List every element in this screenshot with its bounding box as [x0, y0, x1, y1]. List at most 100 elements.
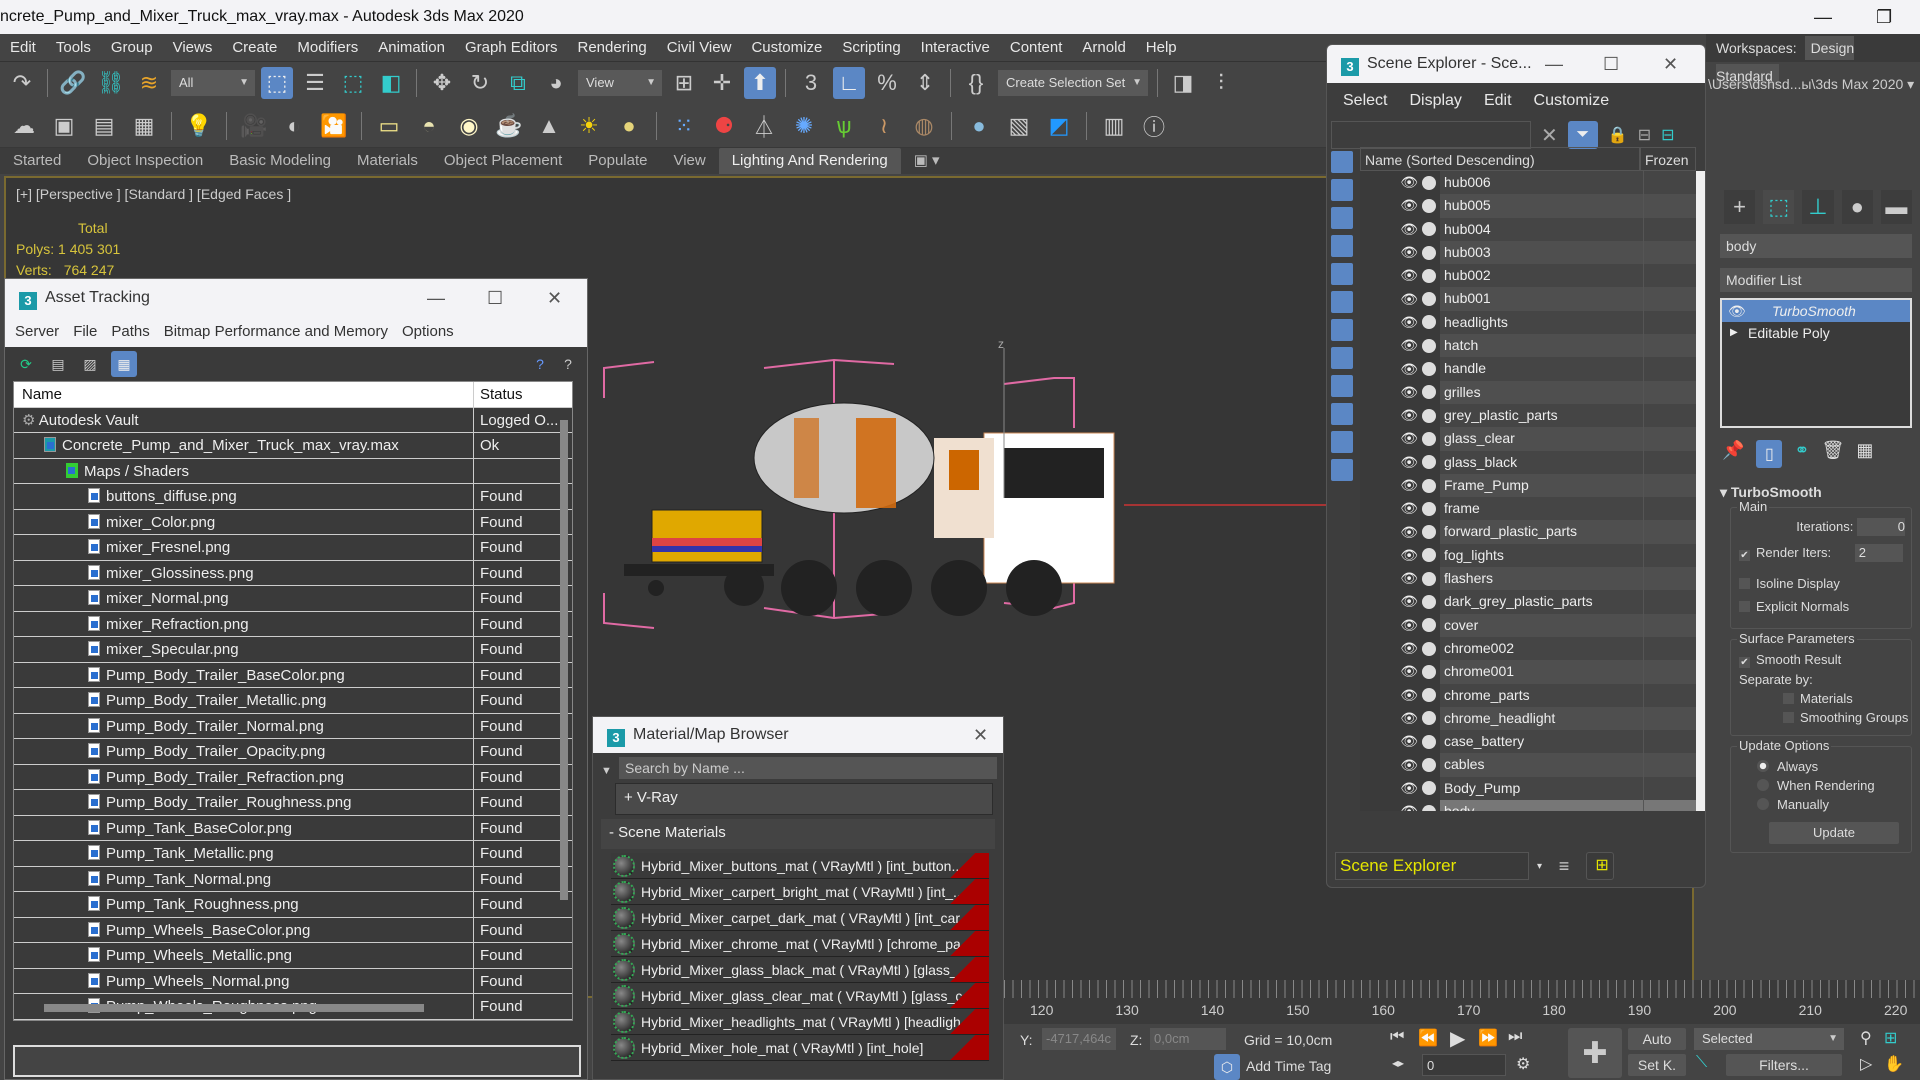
render-toggle-icon[interactable]	[1422, 758, 1436, 773]
explorer-selector[interactable]: Scene Explorer	[1335, 852, 1529, 880]
scene-object-row[interactable]: 👁 chrome_headlight	[1360, 706, 1705, 731]
lock-icon[interactable]: 🔒	[1608, 125, 1628, 145]
visibility-eye-icon[interactable]: 👁	[1400, 640, 1418, 657]
menu-file[interactable]: File	[73, 323, 97, 340]
scene-object-row[interactable]: 👁 fog_lights	[1360, 543, 1705, 568]
vray-fur-icon[interactable]: ⚈	[708, 110, 740, 142]
smooth-result-checkbox[interactable]: ✔	[1739, 657, 1750, 668]
expand-icon[interactable]: ▶	[1730, 322, 1738, 344]
table-row[interactable]: Pump_Tank_Roughness.png Found	[14, 892, 572, 918]
frozen-cell[interactable]	[1644, 800, 1696, 811]
modifier-list-dropdown[interactable]: Modifier List	[1720, 268, 1912, 292]
scene-object-row[interactable]: 👁 grilles	[1360, 380, 1705, 404]
visibility-eye-icon[interactable]: 👁	[1400, 687, 1418, 704]
display-spacewarps-icon[interactable]	[1331, 291, 1353, 313]
menu-group[interactable]: Group	[101, 34, 163, 62]
visibility-eye-icon[interactable]: 👁	[1400, 570, 1418, 587]
material-item[interactable]: Hybrid_Mixer_carpet_dark_mat ( VRayMtl )…	[611, 905, 989, 931]
maximize-button[interactable]: ☐	[1603, 45, 1619, 83]
create-tab-icon[interactable]: +	[1724, 190, 1756, 224]
ornatrix-icon[interactable]: ◍	[908, 110, 940, 142]
render-toggle-icon[interactable]	[1422, 431, 1436, 446]
layers-icon[interactable]: ≡	[1550, 852, 1578, 880]
table-row[interactable]: Pump_Wheels_Metallic.png Found	[14, 943, 572, 969]
material-item[interactable]: Hybrid_Mixer_chrome_mat ( VRayMtl ) [chr…	[611, 931, 989, 957]
frozen-cell[interactable]	[1644, 730, 1696, 754]
material-browser-titlebar[interactable]: 3 Material/Map Browser ✕	[593, 717, 1003, 753]
spot-light-icon[interactable]: ▲	[533, 110, 565, 142]
visibility-eye-icon[interactable]: 👁	[1400, 430, 1418, 447]
scene-object-row[interactable]: 👁 hatch	[1360, 334, 1705, 358]
align-icon[interactable]: ⫶	[1205, 67, 1237, 99]
scene-object-row[interactable]: 👁 cables	[1360, 753, 1705, 777]
radio-manually[interactable]	[1757, 798, 1769, 810]
vertical-scrollbar[interactable]	[560, 420, 568, 900]
display-hidden-icon[interactable]	[1331, 459, 1353, 481]
show-end-result-icon[interactable]: ▯	[1756, 440, 1783, 468]
iterations-spinner[interactable]: 0	[1857, 518, 1905, 536]
time-configuration-icon[interactable]: ⚙	[1516, 1054, 1530, 1074]
display-shapes-icon[interactable]	[1331, 179, 1353, 201]
current-frame-spinner[interactable]: 0	[1422, 1054, 1506, 1076]
menu-server[interactable]: Server	[15, 323, 59, 340]
render-toggle-icon[interactable]	[1422, 711, 1436, 726]
stack-item-turbosmooth[interactable]: 👁 TurboSmooth	[1722, 300, 1910, 322]
frozen-cell[interactable]	[1644, 636, 1696, 661]
bind-space-warp-icon[interactable]: ≋	[133, 67, 165, 99]
display-lights-icon[interactable]	[1331, 207, 1353, 229]
menu-civil-view[interactable]: Civil View	[657, 34, 742, 62]
close-button[interactable]: ✕	[973, 717, 988, 753]
display-cameras-icon[interactable]	[1331, 235, 1353, 257]
mirror-icon[interactable]: ◨	[1167, 67, 1199, 99]
scene-object-row[interactable]: 👁 hub002	[1360, 264, 1705, 288]
table-row[interactable]: Pump_Wheels_Normal.png Found	[14, 968, 572, 994]
material-item[interactable]: Hybrid_Mixer_glass_clear_mat ( VRayMtl )…	[611, 983, 989, 1009]
selection-filter-dropdown[interactable]: All	[171, 70, 255, 96]
scene-object-row[interactable]: 👁 glass_black	[1360, 450, 1705, 474]
scene-object-row[interactable]: 👁 chrome001	[1360, 660, 1705, 684]
pivot-center-icon[interactable]: ⊞	[668, 67, 700, 99]
object-name-field[interactable]: body	[1720, 234, 1912, 258]
table-row[interactable]: Pump_Wheels_BaseColor.png Found	[14, 917, 572, 943]
visibility-eye-icon[interactable]: 👁	[1400, 733, 1418, 750]
render-iters-spinner[interactable]: 2	[1854, 544, 1903, 562]
frozen-cell[interactable]	[1644, 683, 1696, 707]
stack-item-editable-poly[interactable]: ▶ Editable Poly	[1722, 322, 1910, 344]
material-item[interactable]: Hybrid_Mixer_glass_black_mat ( VRayMtl )…	[611, 957, 989, 983]
options-menu-icon[interactable]: ▼	[601, 765, 612, 777]
vray-grass-icon[interactable]: ѱ	[828, 110, 860, 142]
hierarchy-view-icon[interactable]: ⊞	[1586, 852, 1615, 880]
make-unique-icon[interactable]: ⚭	[1794, 440, 1809, 468]
play-icon[interactable]: ▶	[1450, 1026, 1465, 1051]
menu-options[interactable]: Options	[402, 323, 454, 340]
clear-search-icon[interactable]: ✕	[1541, 123, 1558, 148]
render-toggle-icon[interactable]	[1422, 734, 1436, 749]
display-bones-icon[interactable]	[1331, 375, 1353, 397]
redo-icon[interactable]: ↷	[6, 67, 38, 99]
table-row[interactable]: Pump_Tank_Normal.png Found	[14, 866, 572, 892]
ribbon-options-icon[interactable]: ▣ ▾	[901, 148, 953, 174]
dome-light-icon[interactable]: ◓	[413, 110, 445, 142]
minimize-button[interactable]: —	[427, 279, 445, 317]
ies-light-icon[interactable]: ●	[613, 110, 645, 142]
column-header-frozen[interactable]: Frozen	[1640, 147, 1696, 171]
tab-getting-started[interactable]: Started	[0, 148, 74, 174]
key-mode-icon[interactable]: ◂▸	[1392, 1056, 1404, 1070]
material-item[interactable]: Hybrid_Mixer_buttons_mat ( VRayMtl ) [in…	[611, 853, 989, 879]
render-toggle-icon[interactable]	[1422, 385, 1436, 400]
chevron-down-icon[interactable]: ▾	[1537, 861, 1542, 872]
sphere-light-icon[interactable]: ◉	[453, 110, 485, 142]
scene-object-row[interactable]: 👁 Body_Pump	[1360, 776, 1705, 801]
material-item[interactable]: Hybrid_Mixer_hole_mat ( VRayMtl ) [int_h…	[611, 1035, 989, 1061]
vray-proxy-icon[interactable]: ⁙	[668, 110, 700, 142]
tab-object-placement[interactable]: Object Placement	[431, 148, 575, 174]
column-header-name[interactable]: Name	[14, 382, 474, 407]
frozen-cell[interactable]	[1644, 543, 1696, 568]
vray-plane-icon[interactable]: ⏃	[748, 110, 780, 142]
render-toggle-icon[interactable]	[1422, 198, 1436, 213]
group-vray[interactable]: + V-Ray	[615, 783, 993, 815]
render-toggle-icon[interactable]	[1422, 501, 1436, 516]
scene-object-row[interactable]: 👁 body	[1360, 800, 1705, 811]
list-view-icon[interactable]: ▤	[47, 353, 69, 375]
display-helpers-icon[interactable]	[1331, 263, 1353, 285]
